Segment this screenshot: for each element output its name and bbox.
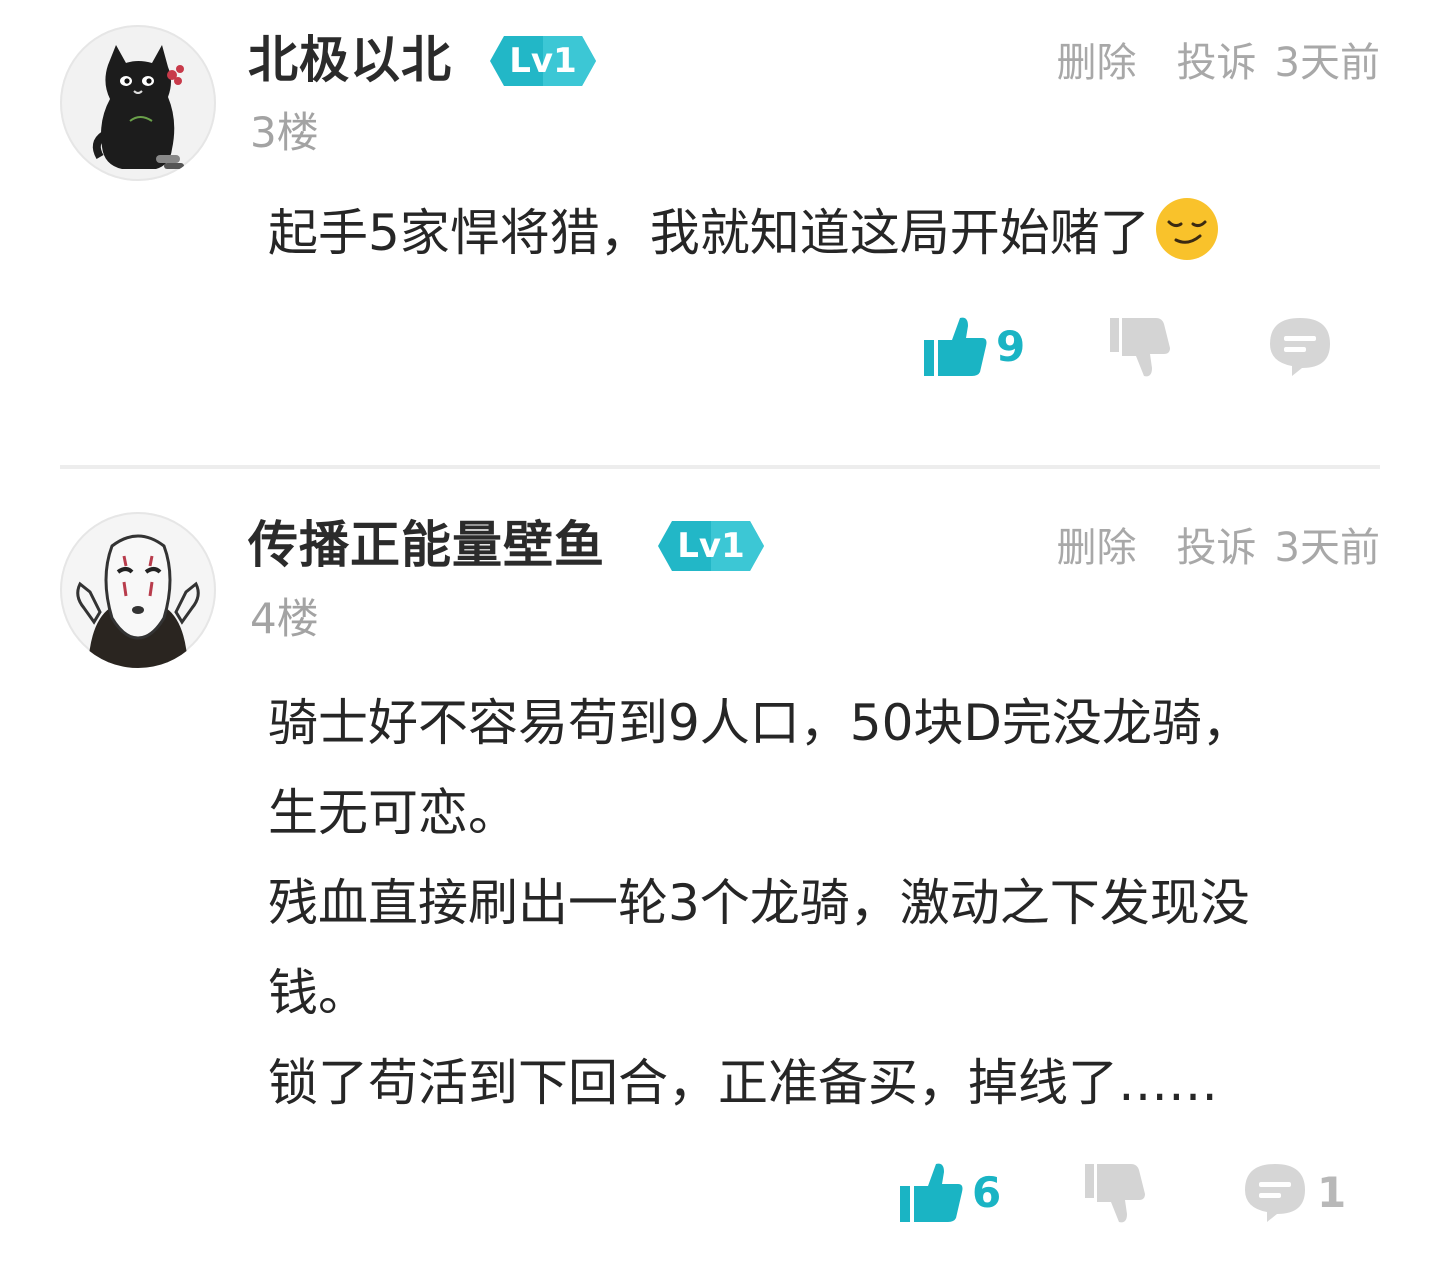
smirk-emoji-icon	[1155, 198, 1218, 260]
like-button[interactable]: 9	[922, 312, 1025, 382]
dislike-button[interactable]	[1108, 312, 1172, 382]
reply-count: 1	[1317, 1168, 1347, 1217]
username[interactable]: 传播正能量壁鱼	[248, 515, 605, 575]
content-line: 骑士好不容易苟到9人口，50块D完没龙骑，	[268, 694, 1252, 752]
content-line: 生无可恋。	[268, 784, 518, 842]
comment-item: 北极以北 Lv1 3楼 删除 投诉 3天前 起手5家悍将猎，我就知道这局开始赌了 9	[0, 0, 1440, 468]
content-line: 锁了苟活到下回合，正准备买，掉线了……	[268, 1054, 1218, 1112]
delete-button[interactable]: 删除	[1057, 38, 1137, 88]
level-label: Lv1	[509, 41, 577, 81]
floor-number: 3楼	[250, 108, 319, 157]
comment-meta-actions: 删除 投诉 3天前	[1057, 523, 1380, 573]
thumbs-up-icon	[924, 317, 987, 376]
thumbs-down-icon	[1085, 1164, 1145, 1223]
comment-bubble-icon	[1245, 1164, 1305, 1222]
no-face-avatar-icon[interactable]	[60, 512, 216, 668]
delete-button[interactable]: 删除	[1057, 523, 1137, 573]
like-button[interactable]: 6	[898, 1158, 1001, 1228]
thumbs-down-icon	[1110, 318, 1170, 377]
content-line: 起手5家悍将猎，我就知道这局开始赌了	[268, 188, 1368, 278]
comment-bubble-icon	[1270, 318, 1330, 376]
dislike-button[interactable]	[1083, 1158, 1147, 1228]
reply-button[interactable]: 1	[1243, 1158, 1346, 1228]
like-count: 6	[972, 1168, 1002, 1217]
report-button[interactable]: 投诉	[1177, 523, 1257, 573]
timestamp: 3天前	[1274, 40, 1380, 86]
floor-number: 4楼	[250, 594, 319, 643]
thumbs-up-icon	[900, 1163, 963, 1222]
black-cat-avatar-icon[interactable]	[60, 25, 216, 181]
report-button[interactable]: 投诉	[1177, 38, 1257, 88]
comment-item: 传播正能量壁鱼 Lv1 4楼 删除 投诉 3天前 骑士好不容易苟到9人口，50块D完…	[0, 470, 1440, 1263]
comment-divider	[60, 465, 1380, 469]
timestamp: 3天前	[1274, 525, 1380, 571]
level-badge: Lv1	[490, 36, 596, 86]
level-label: Lv1	[677, 526, 745, 566]
username[interactable]: 北极以北	[248, 30, 452, 90]
like-count: 9	[996, 322, 1026, 371]
content-line: 残血直接刷出一轮3个龙骑，激动之下发现没	[268, 874, 1250, 932]
reply-button[interactable]	[1268, 312, 1332, 382]
content-line: 钱。	[268, 964, 368, 1022]
level-badge: Lv1	[658, 521, 764, 571]
comment-content: 起手5家悍将猎，我就知道这局开始赌了	[268, 188, 1368, 278]
comment-content: 骑士好不容易苟到9人口，50块D完没龙骑， 生无可恋。 残血直接刷出一轮3个龙骑…	[268, 678, 1368, 1128]
comment-meta-actions: 删除 投诉 3天前	[1057, 38, 1380, 88]
